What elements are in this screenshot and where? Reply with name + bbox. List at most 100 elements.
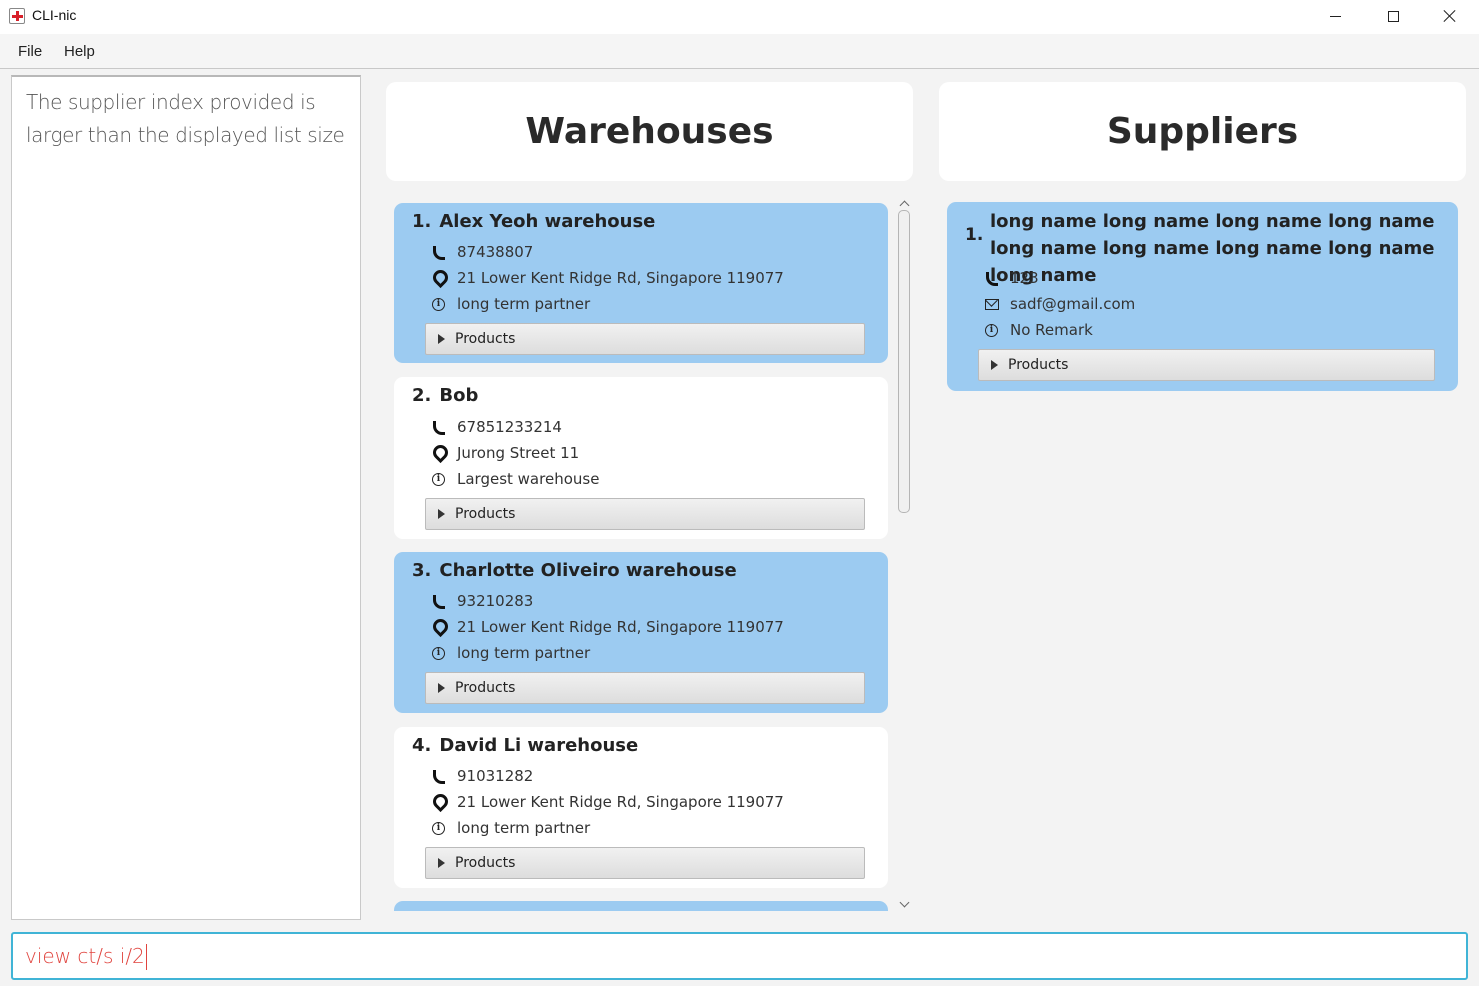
warehouse-index: 2. xyxy=(412,385,432,406)
warehouse-name: Bob xyxy=(439,385,479,406)
warehouse-card[interactable] xyxy=(394,901,888,911)
warehouse-address-row: 21 Lower Kent Ridge Rd, Singapore 119077 xyxy=(432,616,784,638)
command-input[interactable] xyxy=(25,934,1445,978)
warehouse-card-title: 4. David Li warehouse xyxy=(412,735,638,756)
result-display: The supplier index provided is larger th… xyxy=(11,75,361,920)
phone-icon xyxy=(432,418,454,436)
warehouse-card[interactable]: 1. Alex Yeoh warehouse 87438807 21 Lower … xyxy=(394,203,888,363)
location-pin-icon xyxy=(432,444,454,462)
app-icon xyxy=(9,8,25,24)
maximize-button[interactable] xyxy=(1364,0,1422,32)
expand-triangle-icon xyxy=(438,334,445,344)
products-label: Products xyxy=(455,855,516,871)
suppliers-title: Suppliers xyxy=(1106,111,1299,152)
warehouse-address-row: 21 Lower Kent Ridge Rd, Singapore 119077 xyxy=(432,267,784,289)
products-toggle[interactable]: Products xyxy=(425,323,865,355)
warehouse-phone: 91031282 xyxy=(457,767,534,785)
info-icon: i xyxy=(985,321,1007,339)
expand-triangle-icon xyxy=(438,683,445,693)
warehouse-address: Jurong Street 11 xyxy=(457,444,580,462)
result-message: The supplier index provided is larger th… xyxy=(26,90,345,147)
menu-file[interactable]: File xyxy=(18,43,42,60)
close-button[interactable] xyxy=(1421,0,1479,32)
phone-icon xyxy=(985,269,1007,287)
products-toggle[interactable]: Products xyxy=(425,847,865,879)
window-title: CLI-nic xyxy=(32,7,77,23)
command-box[interactable] xyxy=(11,932,1468,980)
warehouse-remark-row: i long term partner xyxy=(432,293,590,315)
location-pin-icon xyxy=(432,618,454,636)
chevron-up-icon xyxy=(899,200,909,210)
supplier-remark-row: i No Remark xyxy=(985,319,1093,341)
warehouse-remark-row: i long term partner xyxy=(432,642,590,664)
info-icon: i xyxy=(432,644,454,662)
warehouse-phone-row: 91031282 xyxy=(432,765,533,787)
products-toggle[interactable]: Products xyxy=(425,498,865,530)
warehouse-address-row: Jurong Street 11 xyxy=(432,442,579,464)
minimize-button[interactable] xyxy=(1306,0,1364,32)
warehouse-name: Alex Yeoh warehouse xyxy=(439,211,656,232)
supplier-phone: 123 xyxy=(1010,269,1039,287)
warehouse-phone: 67851233214 xyxy=(457,418,562,436)
warehouse-name: David Li warehouse xyxy=(439,735,639,756)
warehouse-card[interactable]: 3. Charlotte Oliveiro warehouse 93210283 … xyxy=(394,552,888,713)
products-toggle[interactable]: Products xyxy=(425,672,865,704)
expand-triangle-icon xyxy=(438,858,445,868)
info-icon: i xyxy=(432,470,454,488)
maximize-icon xyxy=(1387,10,1399,22)
products-label: Products xyxy=(455,331,516,347)
info-icon: i xyxy=(432,819,454,837)
supplier-name: long name long name long name long name … xyxy=(990,211,1435,286)
warehouse-address-row: 21 Lower Kent Ridge Rd, Singapore 119077 xyxy=(432,791,784,813)
warehouse-index: 4. xyxy=(412,735,432,756)
products-label: Products xyxy=(455,506,516,522)
supplier-email-row: sadf@gmail.com xyxy=(985,293,1135,315)
warehouse-list[interactable]: 1. Alex Yeoh warehouse 87438807 21 Lower … xyxy=(386,195,913,911)
scroll-down-button[interactable] xyxy=(897,897,911,910)
text-caret xyxy=(146,944,147,970)
warehouse-remark: long term partner xyxy=(457,819,591,837)
warehouse-phone-row: 87438807 xyxy=(432,241,533,263)
products-label: Products xyxy=(1008,357,1069,373)
warehouses-title: Warehouses xyxy=(525,111,774,152)
warehouses-header: Warehouses xyxy=(386,82,913,181)
warehouse-phone: 93210283 xyxy=(457,592,534,610)
mail-icon xyxy=(985,295,1007,313)
location-pin-icon xyxy=(432,269,454,287)
products-toggle[interactable]: Products xyxy=(978,349,1435,381)
supplier-card[interactable]: 1. long name long name long name long na… xyxy=(947,202,1458,391)
scroll-up-button[interactable] xyxy=(897,197,911,210)
warehouse-remark: long term partner xyxy=(457,295,591,313)
warehouse-address: 21 Lower Kent Ridge Rd, Singapore 119077 xyxy=(457,618,784,636)
warehouse-card[interactable]: 4. David Li warehouse 91031282 21 Lower K… xyxy=(394,727,888,888)
warehouse-address: 21 Lower Kent Ridge Rd, Singapore 119077 xyxy=(457,793,784,811)
warehouse-index: 3. xyxy=(412,560,432,581)
warehouse-remark-row: i long term partner xyxy=(432,817,590,839)
info-icon: i xyxy=(432,295,454,313)
title-bar: CLI-nic xyxy=(0,0,1479,34)
warehouse-card-title: 3. Charlotte Oliveiro warehouse xyxy=(412,560,737,581)
menu-bar: File Help xyxy=(0,34,1479,69)
warehouse-name: Charlotte Oliveiro warehouse xyxy=(439,560,737,581)
minimize-icon xyxy=(1329,15,1341,17)
warehouse-phone-row: 67851233214 xyxy=(432,416,562,438)
warehouse-card[interactable]: 2. Bob 67851233214 Jurong Street 11 i Lar… xyxy=(394,377,888,539)
phone-icon xyxy=(432,243,454,261)
products-label: Products xyxy=(455,680,516,696)
menu-help[interactable]: Help xyxy=(64,43,95,60)
scrollbar-thumb[interactable] xyxy=(898,210,910,513)
warehouse-remark-row: i Largest warehouse xyxy=(432,468,599,490)
expand-triangle-icon xyxy=(991,360,998,370)
warehouse-phone: 87438807 xyxy=(457,243,534,261)
warehouse-remark: Largest warehouse xyxy=(457,470,600,488)
expand-triangle-icon xyxy=(438,509,445,519)
warehouse-remark: long term partner xyxy=(457,644,591,662)
suppliers-header: Suppliers xyxy=(939,82,1466,181)
supplier-email: sadf@gmail.com xyxy=(1010,295,1136,313)
location-pin-icon xyxy=(432,793,454,811)
warehouse-card-title: 2. Bob xyxy=(412,385,478,406)
warehouse-phone-row: 93210283 xyxy=(432,590,533,612)
phone-icon xyxy=(432,592,454,610)
close-icon xyxy=(1443,9,1457,23)
chevron-down-icon xyxy=(899,897,909,907)
